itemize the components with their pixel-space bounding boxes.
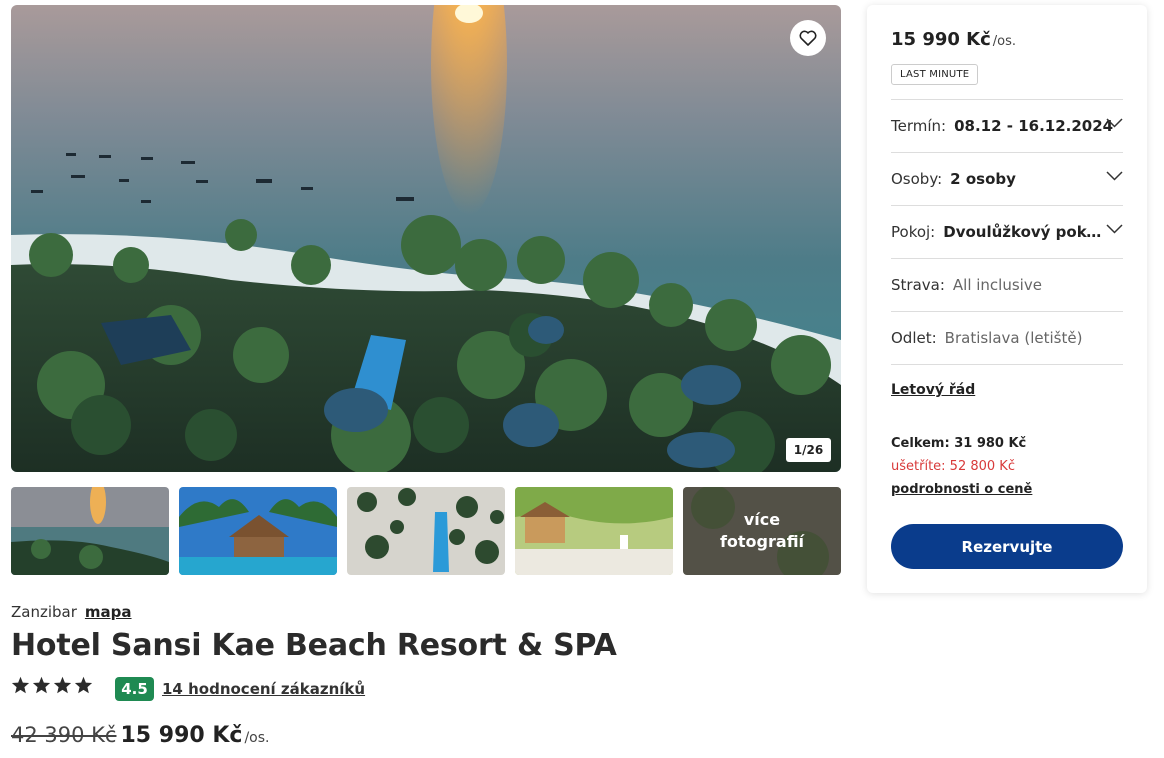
card-price-amount: 15 990 Kč [891, 29, 991, 50]
star-icon [74, 676, 93, 694]
booking-card: 15 990 Kč/os. LAST MINUTE Termín: 08.12 … [867, 5, 1147, 593]
hotel-title: Hotel Sansi Kae Beach Resort & SPA [11, 628, 617, 663]
reviews-link[interactable]: 14 hodnocení zákazníků [162, 680, 365, 698]
star-icon [32, 676, 51, 694]
chevron-down-icon [1106, 118, 1123, 128]
price-row: 42 390 Kč 15 990 Kč/os. [11, 723, 269, 748]
thumbnail-4[interactable] [515, 487, 673, 575]
beach-resort-photo [11, 5, 841, 472]
favorite-button[interactable] [790, 20, 826, 56]
heart-icon [799, 30, 817, 46]
total-price: Celkem: 31 980 Kč [891, 436, 1027, 451]
savings: ušetříte: 52 800 Kč [891, 459, 1015, 474]
term-label: Termín: [891, 117, 947, 135]
thumbnail-more[interactable]: více fotografií [683, 487, 841, 575]
star-icon [11, 676, 30, 694]
room-value: Dvoulůžkový pokoj D... [943, 223, 1108, 241]
more-photos-label: více fotografií [719, 510, 805, 551]
reserve-button[interactable]: Rezervujte [891, 524, 1123, 569]
per-person-label: /os. [244, 730, 270, 746]
board-value: All inclusive [952, 276, 1042, 294]
card-per-person: /os. [992, 34, 1017, 49]
thumbnail-2[interactable] [179, 487, 337, 575]
board-row: Strava: All inclusive [891, 258, 1123, 311]
board-label: Strava: [891, 276, 945, 294]
card-price: 15 990 Kč/os. [891, 29, 1016, 50]
departure-label: Odlet: [891, 329, 937, 347]
flight-schedule-link[interactable]: Letový řád [891, 382, 975, 398]
current-price: 15 990 Kč [120, 723, 243, 748]
departure-row: Odlet: Bratislava (letiště) [891, 311, 1123, 364]
location-name: Zanzibar [11, 603, 77, 621]
persons-value: 2 osoby [950, 170, 1016, 188]
room-select[interactable]: Pokoj: Dvoulůžkový pokoj D... [891, 205, 1123, 258]
thumbnail-1[interactable] [11, 487, 169, 575]
rating-badge: 4.5 [115, 677, 154, 701]
term-select[interactable]: Termín: 08.12 - 16.12.2024 [891, 99, 1123, 152]
star-rating [11, 676, 93, 694]
thumbnail-3[interactable] [347, 487, 505, 575]
room-label: Pokoj: [891, 223, 936, 241]
persons-label: Osoby: [891, 170, 943, 188]
last-minute-badge: LAST MINUTE [891, 64, 979, 85]
divider [891, 364, 1123, 365]
chevron-down-icon [1106, 171, 1123, 181]
star-icon [53, 676, 72, 694]
old-price: 42 390 Kč [11, 723, 117, 747]
photo-counter: 1/26 [786, 438, 831, 462]
location: Zanzibar mapa [11, 603, 132, 621]
chevron-down-icon [1106, 224, 1123, 234]
persons-select[interactable]: Osoby: 2 osoby [891, 152, 1123, 205]
price-details-link[interactable]: podrobnosti o ceně [891, 482, 1032, 497]
term-value: 08.12 - 16.12.2024 [954, 117, 1114, 135]
main-photo[interactable] [11, 5, 841, 472]
departure-value: Bratislava (letiště) [944, 329, 1083, 347]
map-link[interactable]: mapa [85, 603, 132, 621]
